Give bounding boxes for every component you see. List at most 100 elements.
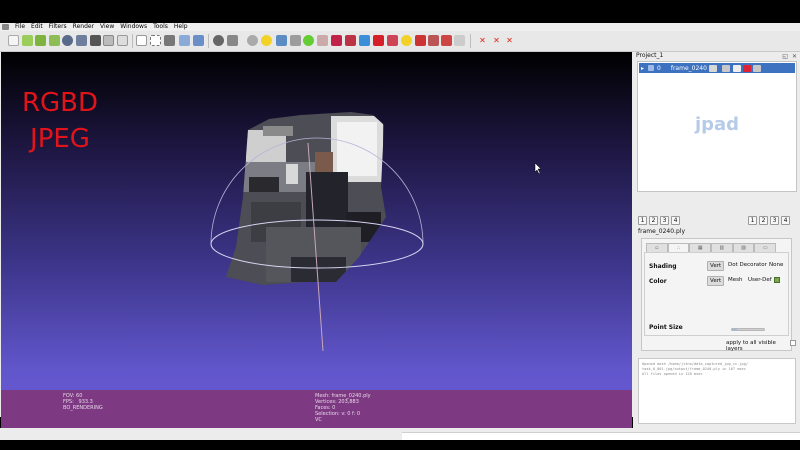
shading-label: Shading bbox=[649, 263, 677, 270]
color-user-def-option[interactable]: User-Def bbox=[746, 276, 774, 284]
decorator-icon[interactable] bbox=[179, 35, 190, 46]
new-project-icon[interactable] bbox=[8, 35, 19, 46]
expand-arrow-icon[interactable]: ▸ bbox=[641, 65, 644, 72]
layer-doc-icon[interactable] bbox=[733, 65, 741, 72]
shading-vert-option[interactable]: Vert bbox=[707, 261, 725, 271]
annotation-icon[interactable] bbox=[290, 35, 301, 46]
menu-view[interactable]: View bbox=[97, 23, 117, 31]
apply-all-label: apply to all visible layers bbox=[726, 340, 776, 352]
shading-dot-decorator-option[interactable]: Dot Decorator bbox=[726, 261, 769, 269]
view-button-3[interactable]: 3 bbox=[660, 216, 669, 225]
point-size-slider-fill bbox=[732, 329, 737, 330]
main-toolbar: ✕ ✕ ✕ bbox=[0, 31, 800, 52]
tab-screen[interactable]: ▭ bbox=[754, 243, 777, 252]
view-button-4[interactable]: 4 bbox=[671, 216, 680, 225]
zoom-icon[interactable] bbox=[454, 35, 465, 46]
view-button-2[interactable]: 2 bbox=[649, 216, 658, 225]
log-console[interactable]: Opened mesh /home/jitno/data_captured_jp… bbox=[638, 358, 796, 424]
info-icon[interactable] bbox=[401, 35, 412, 46]
layers-icon[interactable] bbox=[164, 35, 175, 46]
unknown-icon[interactable] bbox=[150, 35, 161, 46]
menu-edit[interactable]: Edit bbox=[28, 23, 46, 31]
visibility-eye-icon[interactable] bbox=[648, 65, 655, 71]
menubar: File Edit Filters Render View Windows To… bbox=[0, 23, 800, 31]
snapshot-icon[interactable] bbox=[90, 35, 101, 46]
fullscreen-icon[interactable] bbox=[136, 35, 147, 46]
export-mesh-icon[interactable] bbox=[76, 35, 87, 46]
flat-icon[interactable] bbox=[247, 35, 258, 46]
remove-face-icon[interactable]: ✕ bbox=[504, 35, 515, 46]
tab-bbox[interactable]: ▫ bbox=[646, 243, 668, 252]
view-button-1[interactable]: 1 bbox=[748, 216, 757, 225]
color-mesh-option[interactable]: Mesh bbox=[726, 276, 744, 284]
pick-icon[interactable] bbox=[415, 35, 426, 46]
float-panel-icon[interactable]: ◱ bbox=[782, 53, 788, 60]
remove-vertex-icon[interactable]: ✕ bbox=[491, 35, 502, 46]
menu-file[interactable]: File bbox=[12, 23, 28, 31]
measure-icon[interactable] bbox=[303, 35, 314, 46]
points-options: Shading Vert Dot Decorator None Color Ve… bbox=[644, 252, 789, 336]
layer-name: frame_0240 bbox=[670, 64, 707, 72]
status-field bbox=[402, 432, 800, 440]
edit-icon[interactable] bbox=[359, 35, 370, 46]
user-color-swatch[interactable] bbox=[774, 277, 780, 283]
tab-points[interactable]: ∴ bbox=[667, 243, 690, 252]
layer-points-icon[interactable] bbox=[709, 65, 717, 72]
reload-icon[interactable] bbox=[62, 35, 73, 46]
toggle-layer-icon[interactable] bbox=[103, 35, 114, 46]
app-logo-icon bbox=[2, 24, 9, 30]
tab-texture[interactable]: ▨ bbox=[732, 243, 755, 252]
menu-help[interactable]: Help bbox=[171, 23, 191, 31]
manipulator-icon[interactable] bbox=[441, 35, 452, 46]
texture-icon[interactable] bbox=[276, 35, 287, 46]
viewport-info-bar: FOV: 60 FPS: 933.3 BO_RENDERING Mesh: fr… bbox=[1, 390, 632, 428]
mesh-info: Mesh: frame_0240.ply Vertices: 203,883 F… bbox=[315, 393, 371, 423]
align-icon[interactable] bbox=[387, 35, 398, 46]
save-project-icon[interactable] bbox=[35, 35, 46, 46]
smooth-icon[interactable] bbox=[261, 35, 272, 46]
layer-id: 0 bbox=[657, 64, 661, 72]
layer-wire-icon[interactable] bbox=[722, 65, 730, 72]
point-size-slider[interactable] bbox=[731, 328, 765, 331]
paint-icon[interactable] bbox=[317, 35, 328, 46]
import-mesh-icon[interactable] bbox=[49, 35, 60, 46]
color-vert-option[interactable]: Vert bbox=[707, 276, 725, 286]
view-button-2[interactable]: 2 bbox=[759, 216, 768, 225]
layer-texture-icon[interactable] bbox=[753, 65, 761, 72]
render-options-box: ▫ ∴ ▦ ▥ ▨ ▭ Shading Vert Dot Decorator N… bbox=[641, 238, 796, 352]
georef-icon[interactable] bbox=[428, 35, 439, 46]
3d-viewport[interactable]: RGBD JPEG FOV: 60 FPS: 933.3 BO_RENDERIN… bbox=[1, 52, 632, 428]
overlay-label-jpeg: JPEG bbox=[30, 124, 90, 154]
layer-paint-icon[interactable] bbox=[743, 65, 751, 72]
view-button-1[interactable]: 1 bbox=[638, 216, 647, 225]
menu-filters[interactable]: Filters bbox=[46, 23, 70, 31]
selected-file-label: frame_0240.ply bbox=[638, 228, 685, 235]
view-buttons-left: 1 2 3 4 bbox=[638, 216, 680, 225]
trackball-icon[interactable] bbox=[117, 35, 128, 46]
view-buttons-right: 1 2 3 4 bbox=[748, 216, 790, 225]
shading-none-option[interactable]: None bbox=[767, 261, 785, 269]
points-icon[interactable] bbox=[213, 35, 224, 46]
bbox-icon[interactable] bbox=[193, 35, 204, 46]
tab-wire[interactable]: ▦ bbox=[689, 243, 712, 252]
log-text: Opened mesh /home/jitno/data_captured_jp… bbox=[642, 362, 749, 376]
layer-row[interactable]: ▸ 0 frame_0240 bbox=[639, 63, 795, 73]
layer-panel: Project_1 ◱ ✕ ▸ 0 frame_0240 jpad 1 2 3 bbox=[633, 52, 800, 428]
apply-all-checkbox[interactable] bbox=[790, 340, 796, 346]
view-button-3[interactable]: 3 bbox=[770, 216, 779, 225]
overlay-label-rgbd: RGBD bbox=[21, 88, 99, 118]
menu-windows[interactable]: Windows bbox=[117, 23, 150, 31]
view-button-4[interactable]: 4 bbox=[781, 216, 790, 225]
select-icon[interactable] bbox=[331, 35, 342, 46]
remove-icon[interactable]: ✕ bbox=[477, 35, 488, 46]
menu-render[interactable]: Render bbox=[70, 23, 97, 31]
wire-icon[interactable] bbox=[227, 35, 238, 46]
close-panel-icon[interactable]: ✕ bbox=[792, 53, 797, 60]
color-icon[interactable] bbox=[373, 35, 384, 46]
meshlab-window: File Edit Filters Render View Windows To… bbox=[0, 23, 800, 440]
project-title: Project_1 bbox=[636, 52, 664, 59]
open-project-icon[interactable] bbox=[22, 35, 33, 46]
menu-tools[interactable]: Tools bbox=[150, 23, 171, 31]
tab-fill[interactable]: ▥ bbox=[711, 243, 733, 252]
select-vertex-icon[interactable] bbox=[345, 35, 356, 46]
